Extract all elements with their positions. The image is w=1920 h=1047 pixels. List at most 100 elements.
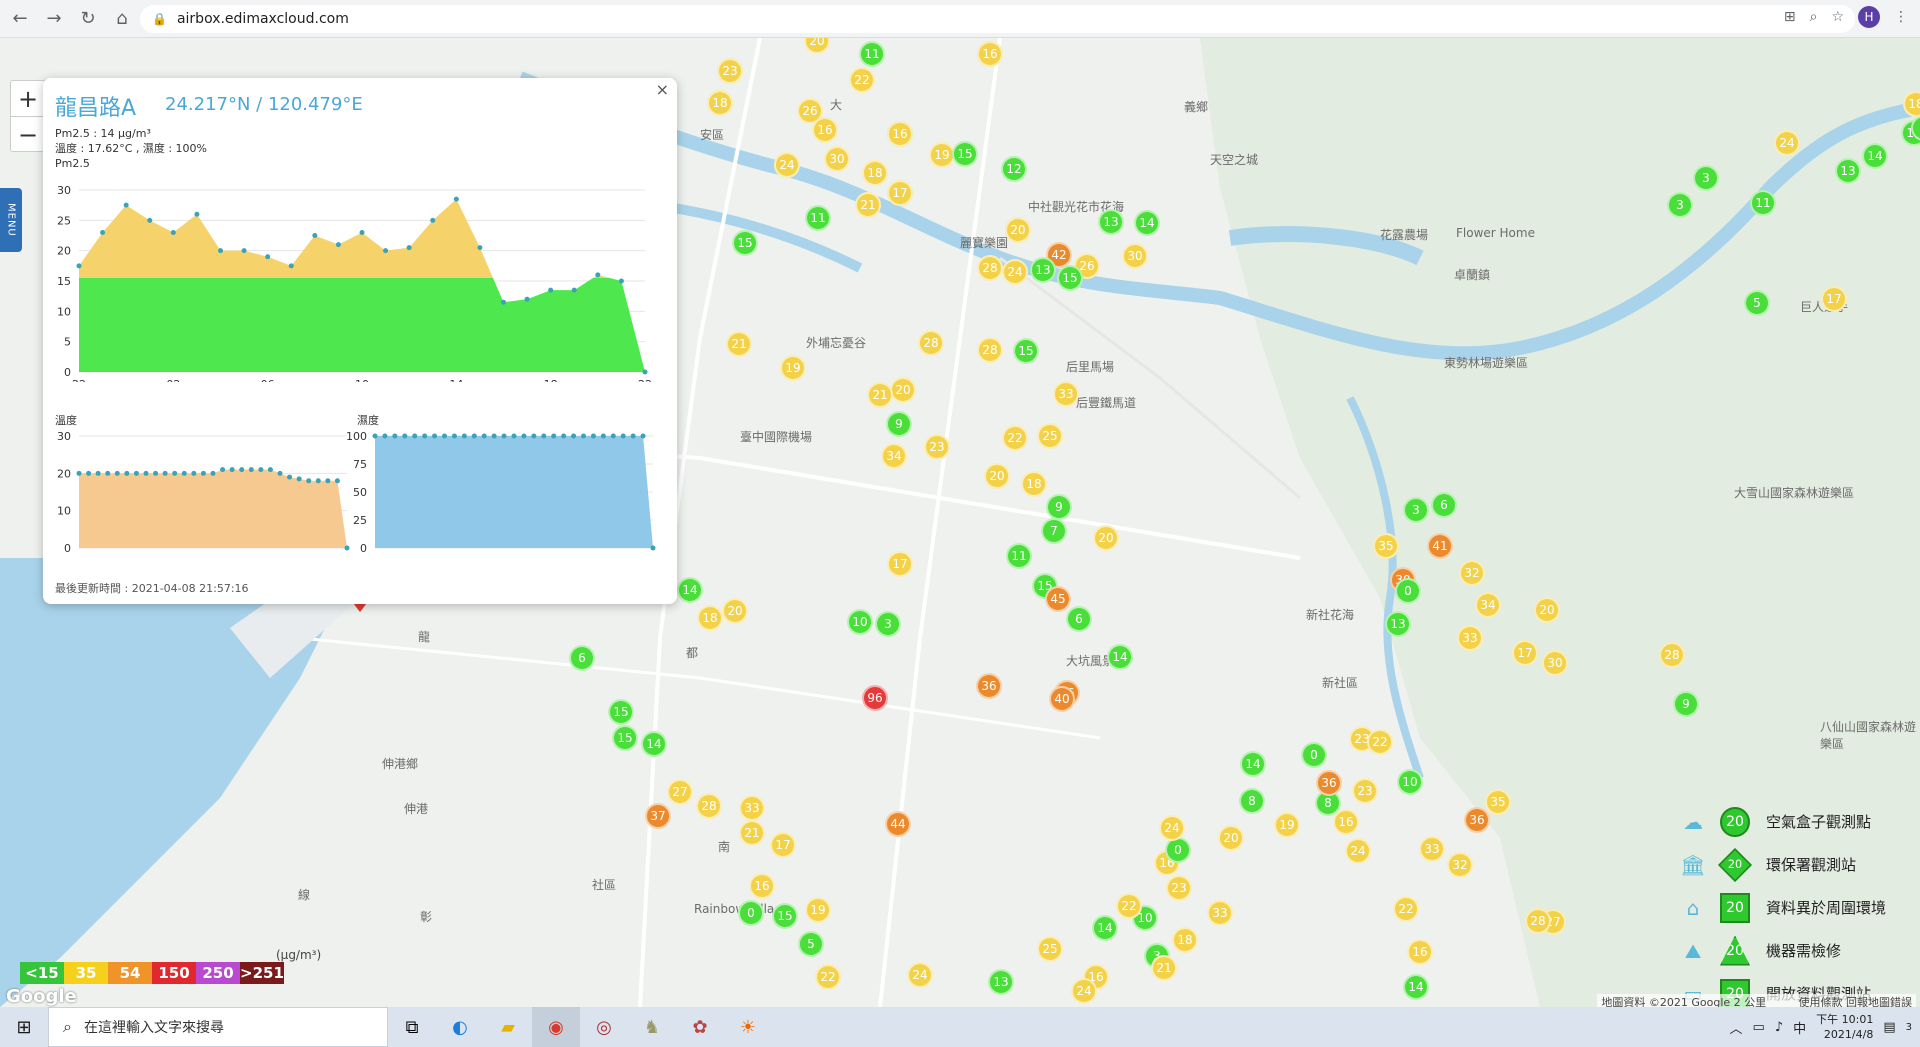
taskbar-search[interactable]: ⌕ 在這裡輸入文字來搜尋 — [48, 1007, 388, 1047]
home-icon[interactable]: ⌂ — [108, 5, 136, 33]
station-marker[interactable]: 5 — [1744, 290, 1770, 316]
station-marker[interactable]: 33 — [1207, 900, 1233, 926]
station-marker[interactable]: 19 — [805, 897, 831, 923]
station-marker[interactable]: 0 — [1165, 837, 1191, 863]
station-marker[interactable]: 17 — [770, 832, 796, 858]
address-bar[interactable]: 🔒 airbox.edimaxcloud.com — [140, 5, 1855, 33]
station-marker[interactable]: 17 — [887, 180, 913, 206]
station-marker[interactable]: 16 — [749, 873, 775, 899]
station-marker[interactable]: 18 — [862, 160, 888, 186]
translate-icon[interactable]: ⊞ — [1784, 9, 1796, 25]
station-marker[interactable]: 18 — [707, 90, 733, 116]
station-marker[interactable]: 24 — [1002, 259, 1028, 285]
reload-icon[interactable]: ↻ — [74, 5, 102, 33]
station-marker[interactable]: 16 — [977, 41, 1003, 67]
station-marker[interactable]: 44 — [885, 811, 911, 837]
station-marker[interactable]: 30 — [1122, 243, 1148, 269]
map-copyright[interactable]: 地圖資料 ©2021 Google 2 公里 ▁▁▁ 使用條款 回報地圖錯誤 — [1597, 994, 1916, 1007]
station-marker[interactable]: 18 — [1021, 471, 1047, 497]
station-marker[interactable]: 33 — [739, 795, 765, 821]
station-marker[interactable]: 20 — [984, 463, 1010, 489]
file-explorer-icon[interactable]: ▰ — [484, 1007, 532, 1047]
app-icon-2[interactable]: ♞ — [628, 1007, 676, 1047]
station-marker[interactable]: 11 — [859, 41, 885, 67]
station-marker[interactable]: 22 — [1393, 896, 1419, 922]
chevron-up-icon[interactable]: ︿ — [1730, 1018, 1743, 1037]
station-marker[interactable]: 25 — [1037, 423, 1063, 449]
station-marker[interactable]: 3 — [1667, 192, 1693, 218]
station-marker[interactable]: 16 — [1407, 939, 1433, 965]
ime-indicator[interactable]: 中 — [1793, 1018, 1806, 1037]
chrome-icon[interactable]: ◉ — [532, 1007, 580, 1047]
station-marker[interactable]: 23 — [717, 58, 743, 84]
station-marker[interactable]: 13 — [1385, 611, 1411, 637]
station-marker[interactable]: 23 — [1352, 778, 1378, 804]
station-marker[interactable]: 22 — [1367, 729, 1393, 755]
station-marker[interactable]: 10 — [1397, 769, 1423, 795]
station-marker[interactable]: 21 — [855, 192, 881, 218]
more-menu-icon[interactable]: ⋮ — [1894, 9, 1908, 25]
station-marker[interactable]: 6 — [569, 645, 595, 671]
station-marker[interactable]: 10 — [847, 609, 873, 635]
station-marker[interactable]: 3 — [875, 611, 901, 637]
app-icon-4[interactable]: ☀ — [724, 1007, 772, 1047]
station-marker[interactable]: 15 — [772, 903, 798, 929]
station-marker[interactable]: 21 — [867, 382, 893, 408]
station-marker[interactable]: 30 — [1542, 650, 1568, 676]
station-marker[interactable]: 14 — [1862, 143, 1888, 169]
station-marker[interactable]: 14 — [1134, 210, 1160, 236]
station-marker[interactable]: 11 — [1750, 190, 1776, 216]
station-marker[interactable]: 36 — [976, 673, 1002, 699]
station-marker[interactable]: 28 — [1525, 908, 1551, 934]
station-marker[interactable]: 34 — [881, 443, 907, 469]
station-marker[interactable]: 19 — [780, 355, 806, 381]
station-marker[interactable]: 24 — [1345, 838, 1371, 864]
station-marker[interactable]: 24 — [1071, 978, 1097, 1004]
station-marker[interactable]: 11 — [805, 205, 831, 231]
station-marker[interactable]: 20 — [722, 598, 748, 624]
station-marker[interactable]: 12 — [1001, 156, 1027, 182]
app-icon-3[interactable]: ✿ — [676, 1007, 724, 1047]
station-marker[interactable]: 8 — [1239, 788, 1265, 814]
station-marker[interactable]: 35 — [1373, 533, 1399, 559]
station-marker[interactable]: 15 — [612, 725, 638, 751]
station-marker[interactable]: 40 — [1049, 686, 1075, 712]
station-marker[interactable]: 20 — [890, 377, 916, 403]
map-canvas[interactable]: 大 天空之城 中社觀光花市花海 麗寶樂園 花露農場 Flower Home 卓蘭… — [0, 38, 1920, 1007]
station-marker[interactable]: 9 — [886, 411, 912, 437]
station-marker[interactable]: 13 — [1098, 209, 1124, 235]
station-marker[interactable]: 5 — [798, 931, 824, 957]
station-marker[interactable]: 22 — [849, 67, 875, 93]
station-marker[interactable]: 22 — [815, 964, 841, 990]
station-marker[interactable]: 20 — [1218, 825, 1244, 851]
station-marker[interactable]: 32 — [1447, 852, 1473, 878]
task-view-icon[interactable]: ⧉ — [388, 1007, 436, 1047]
station-marker[interactable]: 0 — [1395, 578, 1421, 604]
station-marker[interactable]: 24 — [1159, 815, 1185, 841]
station-marker[interactable]: 6 — [1066, 606, 1092, 632]
notification-icon[interactable]: ▤ — [1883, 1020, 1895, 1035]
station-marker[interactable]: 33 — [1419, 836, 1445, 862]
station-marker[interactable]: 13 — [1835, 158, 1861, 184]
station-marker[interactable]: 25 — [1037, 936, 1063, 962]
station-marker[interactable]: 34 — [1475, 592, 1501, 618]
zoom-icon[interactable]: ⌕ — [1810, 9, 1818, 25]
station-marker[interactable]: 24 — [1774, 130, 1800, 156]
station-marker[interactable]: 11 — [1006, 543, 1032, 569]
station-marker[interactable]: 14 — [1092, 915, 1118, 941]
station-marker[interactable]: 28 — [977, 255, 1003, 281]
station-marker[interactable]: 19 — [1274, 812, 1300, 838]
menu-tab[interactable]: MENU — [0, 188, 22, 252]
station-marker[interactable]: 15 — [1013, 338, 1039, 364]
station-marker[interactable]: 0 — [1301, 742, 1327, 768]
profile-avatar[interactable]: H — [1858, 6, 1880, 28]
station-marker[interactable]: 9 — [1046, 494, 1072, 520]
station-marker[interactable]: 15 — [952, 141, 978, 167]
edge-icon[interactable]: ◐ — [436, 1007, 484, 1047]
station-marker[interactable]: 18 — [1172, 927, 1198, 953]
station-marker[interactable]: 7 — [1041, 518, 1067, 544]
station-marker[interactable]: 17 — [887, 551, 913, 577]
station-marker[interactable]: 33 — [1457, 625, 1483, 651]
station-marker[interactable]: 0 — [738, 900, 764, 926]
station-marker[interactable]: 27 — [667, 779, 693, 805]
